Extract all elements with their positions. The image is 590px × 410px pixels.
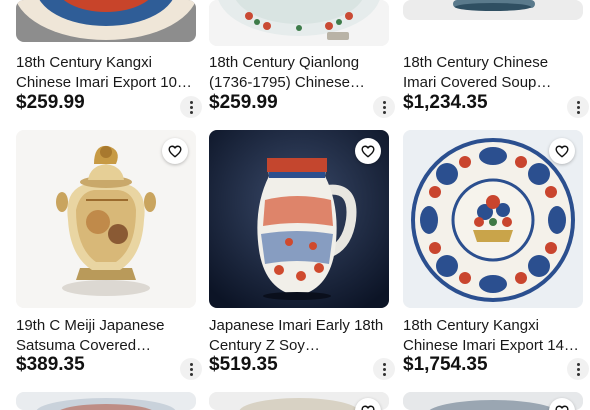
listing-image[interactable] <box>209 0 389 46</box>
listing-image[interactable] <box>16 130 196 308</box>
heart-icon <box>555 405 569 410</box>
listing-title[interactable]: 18th Century Kangxi Chinese Imari Export… <box>403 316 583 355</box>
favorite-button[interactable] <box>162 138 188 164</box>
listing-price: $389.35 <box>16 354 85 375</box>
more-options-icon <box>189 105 193 109</box>
more-options-icon <box>189 367 193 371</box>
more-options-button[interactable] <box>180 358 202 380</box>
heart-icon <box>168 145 182 157</box>
listing-image[interactable] <box>209 130 389 308</box>
listing-title[interactable]: 18th Century Qianlong (1736-1795) Chines… <box>209 53 389 92</box>
more-options-button[interactable] <box>180 96 202 118</box>
more-options-icon <box>576 105 580 109</box>
listing-image[interactable] <box>16 392 196 410</box>
heart-icon <box>361 145 375 157</box>
more-options-icon <box>382 105 386 109</box>
listing-price: $259.99 <box>16 92 85 113</box>
listing-title[interactable]: 19th C Meiji Japanese Satsuma Covered… <box>16 316 196 355</box>
listing-title[interactable]: Japanese Imari Early 18th Century Z Soy… <box>209 316 389 355</box>
favorite-button[interactable] <box>549 138 575 164</box>
more-options-button[interactable] <box>567 96 589 118</box>
more-options-button[interactable] <box>567 358 589 380</box>
listing-title[interactable]: 18th Century Kangxi Chinese Imari Export… <box>16 53 196 92</box>
listing-image[interactable] <box>403 0 583 20</box>
heart-icon <box>555 145 569 157</box>
listing-price: $1,234.35 <box>403 92 488 113</box>
listing-price: $519.35 <box>209 354 278 375</box>
listing-image[interactable] <box>16 0 196 42</box>
more-options-button[interactable] <box>373 96 395 118</box>
more-options-button[interactable] <box>373 358 395 380</box>
listing-image[interactable] <box>403 130 583 308</box>
listing-title[interactable]: 18th Century Chinese Imari Covered Soup… <box>403 53 583 92</box>
listing-price: $1,754.35 <box>403 354 488 375</box>
listing-image[interactable] <box>209 392 389 410</box>
listing-price: $259.99 <box>209 92 278 113</box>
heart-icon <box>361 405 375 410</box>
favorite-button[interactable] <box>355 138 381 164</box>
listing-image[interactable] <box>403 392 583 410</box>
more-options-icon <box>382 367 386 371</box>
more-options-icon <box>576 367 580 371</box>
